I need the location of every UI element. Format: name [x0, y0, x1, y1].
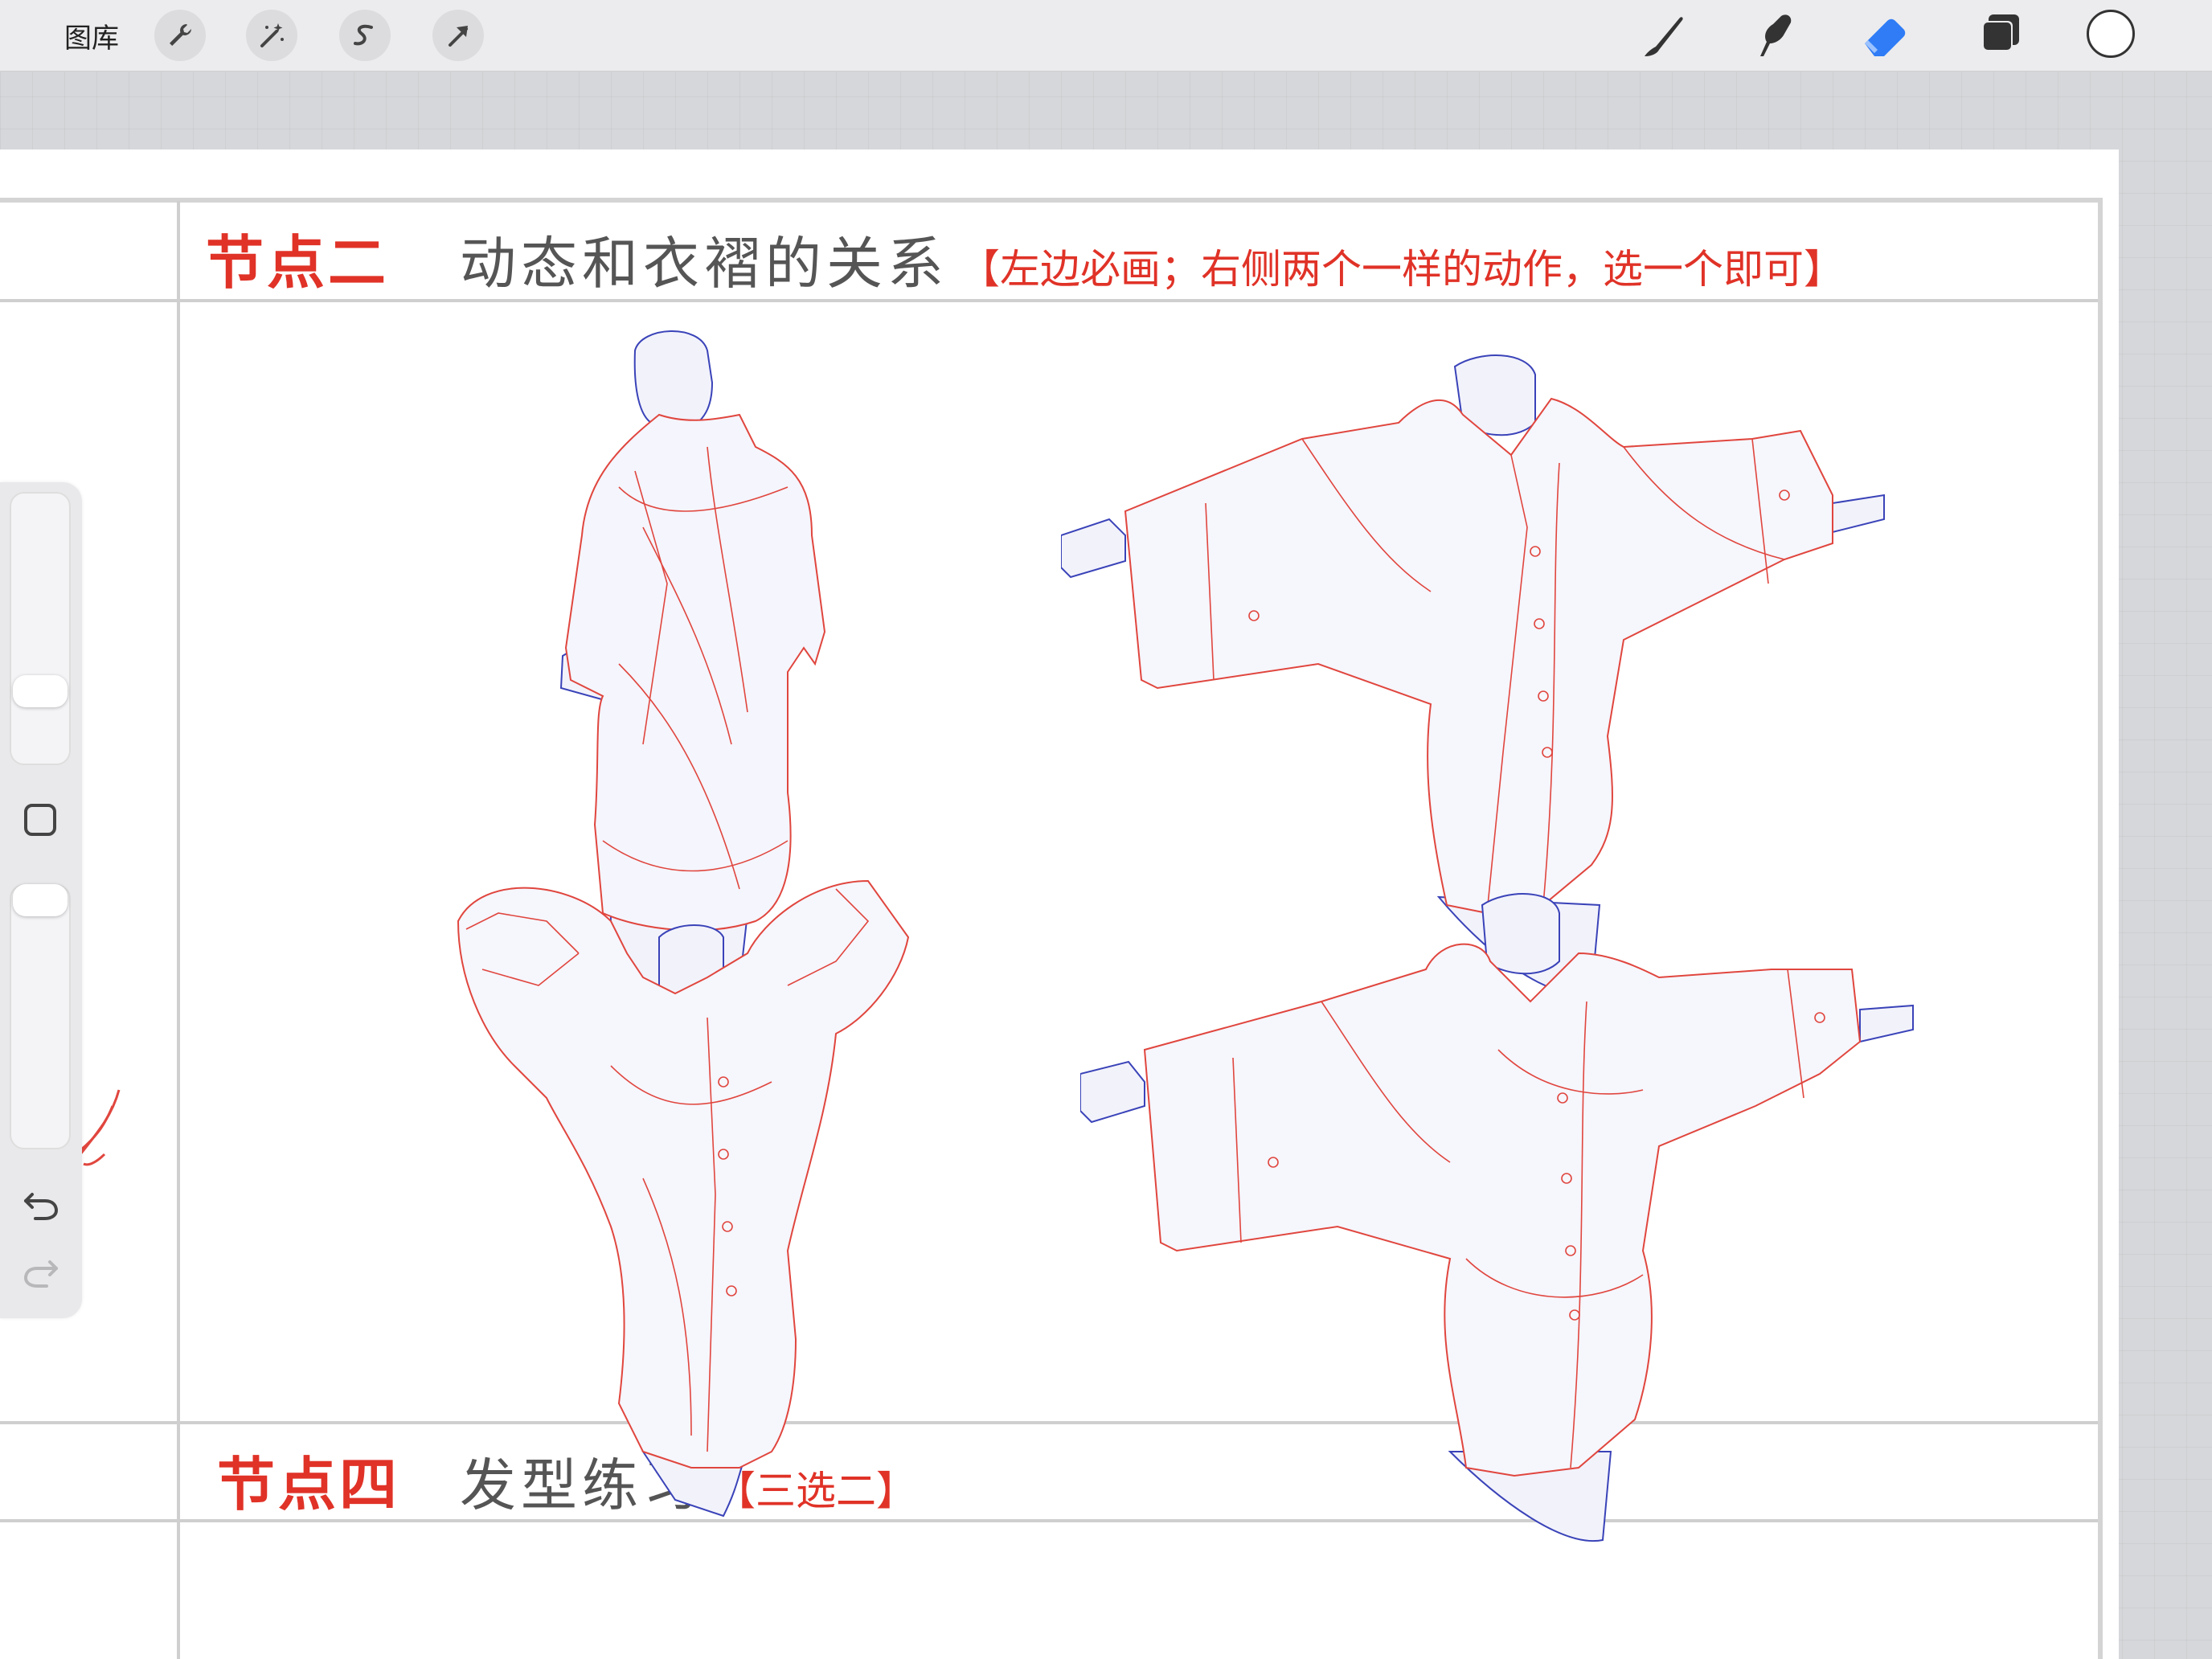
opacity-slider[interactable]	[10, 884, 71, 1149]
node-four-label: 节点四	[217, 1450, 401, 1518]
opacity-thumb[interactable]	[13, 884, 68, 916]
eraser-icon	[1865, 18, 1906, 56]
transform-arrow-icon	[449, 26, 468, 47]
node-two-label: 节点二	[206, 228, 390, 297]
drawing-canvas[interactable]: 节点二 动态和衣褶的关系 【左边必画；右侧两个一样的动作，选一个即可】 节点四 …	[0, 150, 2119, 1659]
redo-icon[interactable]	[21, 1251, 61, 1291]
wrench-icon	[170, 24, 191, 46]
brush-size-slider[interactable]	[10, 492, 71, 765]
adjustments-button[interactable]	[246, 10, 297, 61]
column-divider	[177, 201, 180, 1659]
actions-button[interactable]	[154, 10, 206, 61]
selection-icon	[354, 24, 373, 46]
brush-size-thumb[interactable]	[13, 675, 68, 707]
node-two-topic: 动态和衣褶的关系	[460, 231, 949, 297]
transform-button[interactable]	[432, 10, 484, 61]
section-two-header: 节点二 动态和衣褶的关系 【左边必画；右侧两个一样的动作，选一个即可】	[206, 215, 1844, 300]
eraser-button[interactable]	[1857, 6, 1915, 64]
top-toolbar: 图库	[0, 0, 2212, 72]
gallery-button[interactable]: 图库	[64, 16, 119, 55]
brush-icon	[1645, 17, 1683, 56]
sketch-t-pose-shirt-2	[1080, 893, 1914, 1542]
undo-icon[interactable]	[21, 1183, 61, 1223]
smudge-icon	[1760, 14, 1792, 57]
layers-icon	[1982, 14, 2019, 51]
smudge-button[interactable]	[1746, 6, 1804, 64]
selection-button[interactable]	[339, 10, 391, 61]
brush-button[interactable]	[1635, 6, 1693, 64]
modify-square-icon[interactable]	[24, 804, 56, 836]
color-picker-button[interactable]	[2087, 10, 2135, 58]
sketch-arms-raised-shirt	[457, 879, 910, 1518]
side-toolbar	[0, 482, 82, 1318]
magic-wand-icon	[260, 23, 284, 47]
layers-button[interactable]	[1971, 6, 2029, 64]
node-two-note: 【左边必画；右侧两个一样的动作，选一个即可】	[960, 246, 1845, 293]
